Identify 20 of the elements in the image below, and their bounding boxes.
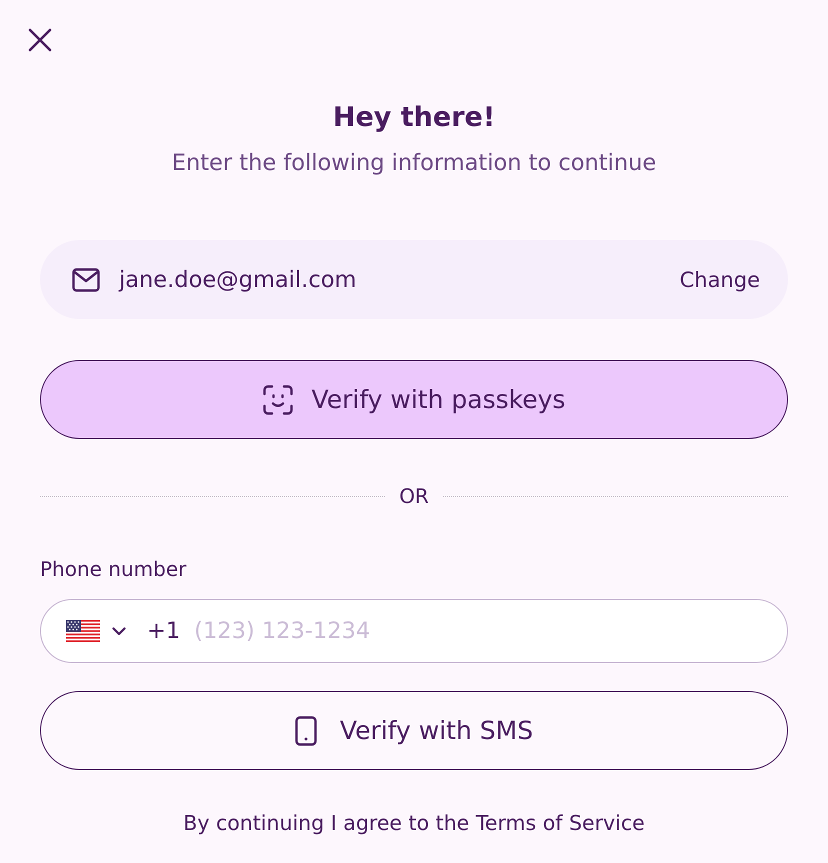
country-code: +1: [147, 617, 180, 646]
sms-button[interactable]: Verify with SMS: [40, 691, 788, 770]
flag-icon: [66, 620, 100, 642]
chevron-down-icon: [112, 626, 126, 636]
email-address: jane.doe@gmail.com: [119, 266, 358, 294]
heading: Hey there!: [332, 101, 496, 135]
country-selector[interactable]: [66, 620, 126, 642]
change-link[interactable]: Change: [680, 266, 760, 294]
phone-number-input[interactable]: (123) 123-1234: [194, 616, 763, 646]
smartphone-icon: [294, 716, 317, 746]
close-icon: [28, 28, 52, 52]
subheading: Enter the following information to continue: [170, 149, 658, 178]
face-scan-icon: [262, 384, 293, 414]
terms-notice: By continuing I agree to the Terms of Service: [182, 810, 646, 836]
phone-label: Phone number: [40, 557, 188, 581]
mail-icon: [72, 268, 100, 292]
or-separator: OR: [398, 484, 430, 508]
phone-field[interactable]: +1 (123) 123-1234: [40, 599, 788, 663]
close-button[interactable]: [28, 28, 52, 52]
passkey-button[interactable]: Verify with passkeys: [40, 360, 788, 439]
